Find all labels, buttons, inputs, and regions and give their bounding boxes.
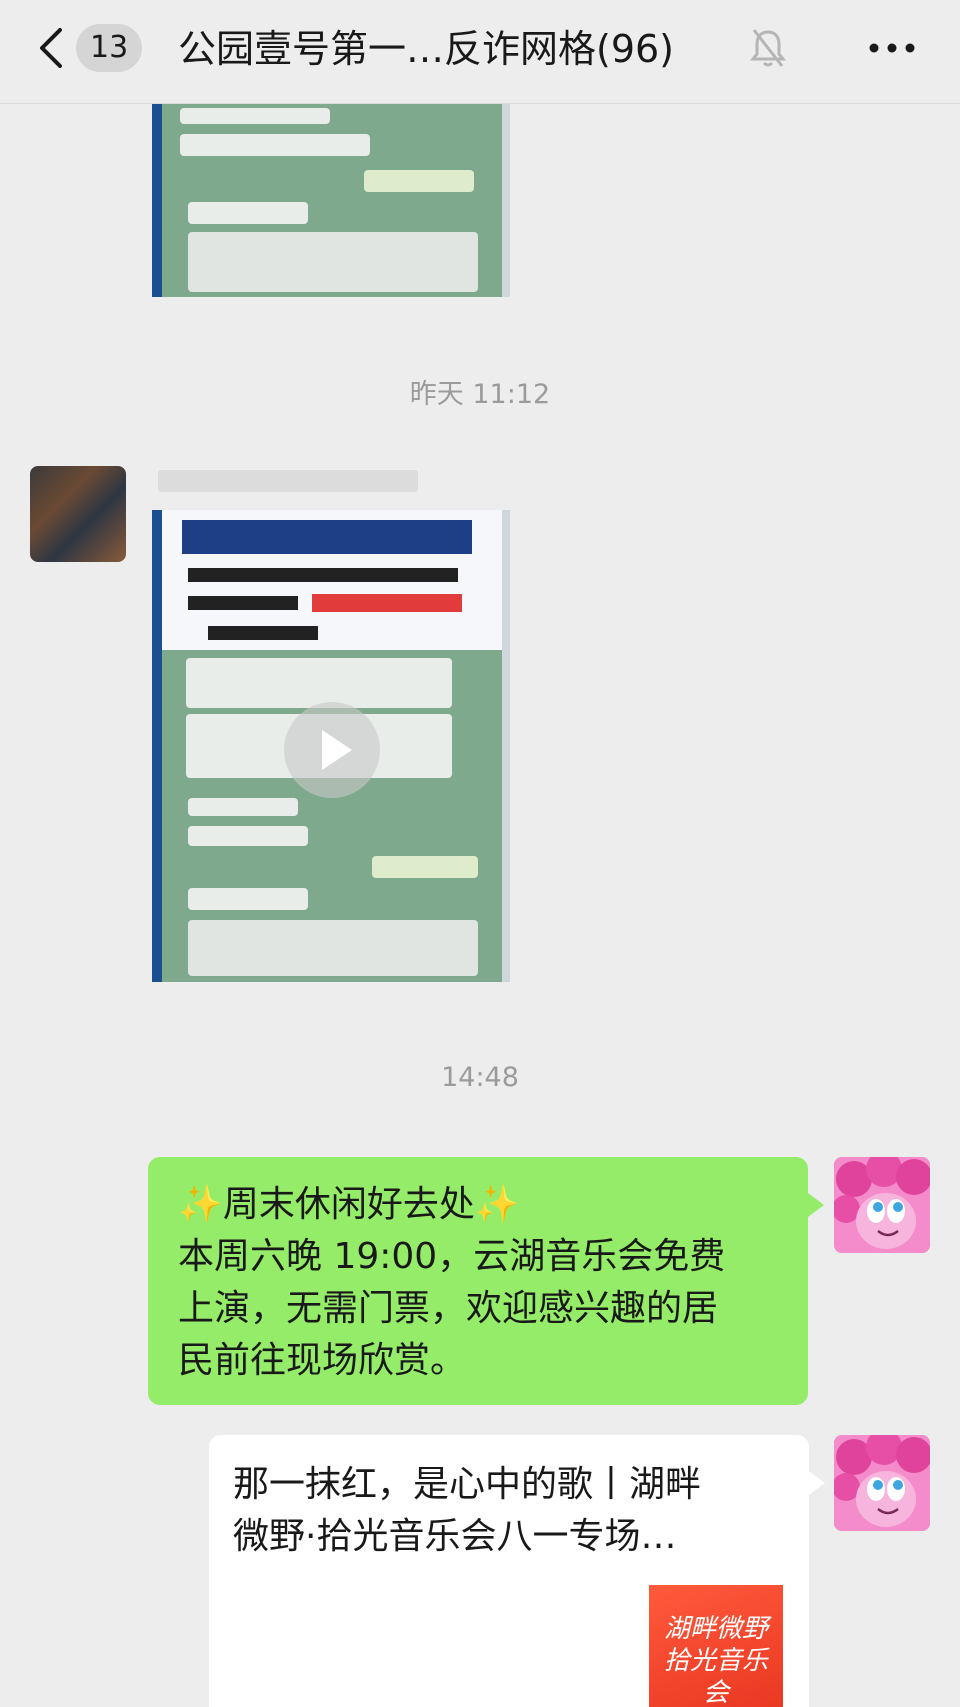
back-button[interactable] bbox=[30, 22, 80, 74]
avatar[interactable] bbox=[834, 1157, 930, 1253]
sparkle-icon: ✨ bbox=[474, 1184, 520, 1225]
link-card-thumbnail: 湖畔微野 拾光音乐会 bbox=[649, 1585, 783, 1707]
message-text: 上演，无需门票，欢迎感兴趣的居 bbox=[178, 1288, 719, 1329]
more-dots-icon[interactable] bbox=[866, 26, 918, 70]
text-message-bubble[interactable]: ✨周末休闲好去处✨ 本周六晚 19:00，云湖音乐会免费 上演，无需门票，欢迎感… bbox=[148, 1157, 824, 1405]
message-text: 民前往现场欣赏。 bbox=[178, 1340, 467, 1381]
avatar[interactable] bbox=[834, 1435, 930, 1531]
chat-title: 公园壹号第一…反诈网格(96) bbox=[178, 27, 675, 71]
link-card[interactable]: 那一抹红，是心中的歌丨湖畔 微野·拾光音乐会八一专场… 湖畔微野 拾光音乐会 bbox=[209, 1435, 825, 1707]
link-card-title: 那一抹红，是心中的歌丨湖畔 bbox=[233, 1464, 702, 1505]
pony-avatar-icon bbox=[834, 1435, 930, 1531]
sparkle-icon: ✨ bbox=[178, 1184, 223, 1225]
message-text: 本周六晚 19:00，云湖音乐会免费 bbox=[178, 1236, 726, 1277]
timestamp: 昨天 11:12 bbox=[409, 379, 551, 410]
image-message[interactable] bbox=[152, 104, 510, 297]
timestamp: 14:48 bbox=[441, 1062, 519, 1093]
thumbnail-text: 湖畔微野 bbox=[663, 1614, 768, 1644]
thumbnail-text: 拾光音乐会 bbox=[663, 1646, 768, 1707]
unread-count-badge[interactable]: 13 bbox=[76, 24, 143, 72]
image-message[interactable] bbox=[152, 510, 510, 982]
avatar[interactable] bbox=[30, 466, 126, 562]
sender-name bbox=[158, 470, 418, 492]
link-card-title: 微野·拾光音乐会八一专场… bbox=[233, 1516, 677, 1557]
play-icon bbox=[284, 702, 380, 798]
chat-header: 13 公园壹号第一…反诈网格(96) bbox=[0, 0, 960, 104]
chevron-left-icon bbox=[40, 28, 62, 68]
bell-off-icon bbox=[749, 29, 787, 67]
pony-avatar-icon bbox=[834, 1157, 930, 1253]
message-text: 周末休闲好去处 bbox=[222, 1184, 475, 1225]
